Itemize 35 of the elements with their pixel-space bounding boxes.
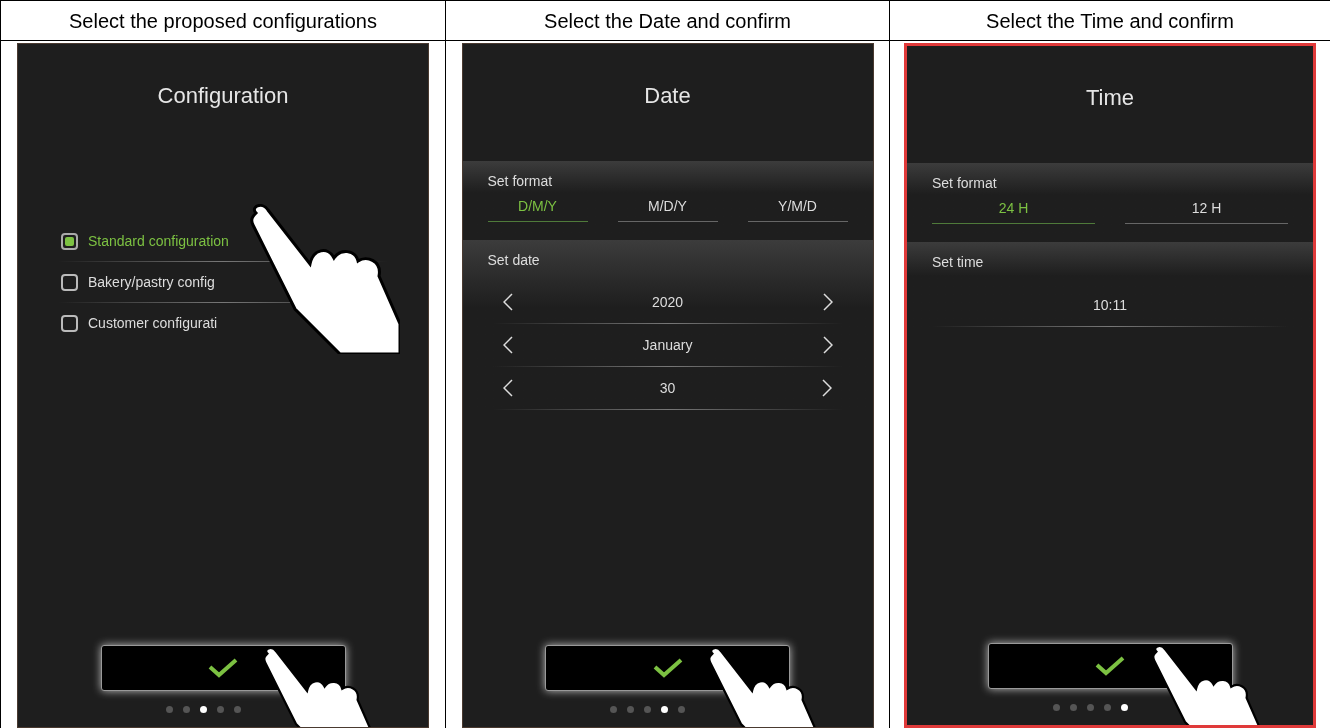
format-tab[interactable]: D/M/Y (487, 196, 588, 222)
pointing-hand-icon (250, 204, 400, 354)
section-label: Set format (932, 174, 998, 193)
screen-title: Date (643, 82, 692, 110)
checkmark-icon (1095, 656, 1125, 676)
checkmark-icon (652, 658, 683, 678)
option-label: Standard configuration (88, 231, 229, 251)
option-label: Customer configurati (88, 313, 218, 333)
chevron-right-icon[interactable] (822, 379, 833, 397)
screen-title: Configuration (156, 82, 290, 110)
format-tab[interactable]: 24 H (932, 198, 1095, 224)
time-value[interactable]: 10:11 (932, 295, 1288, 326)
stepper-value: 2020 (651, 292, 684, 312)
checkmark-icon (208, 658, 238, 678)
chevron-left-icon[interactable] (502, 293, 513, 311)
section-label: Set format (487, 172, 554, 191)
stepper-value: January (642, 335, 693, 355)
column-heading: Select the Time and confirm (890, 1, 1330, 41)
option-label: Bakery/pastry config (88, 272, 215, 292)
format-tab[interactable]: M/D/Y (617, 196, 718, 222)
format-tab[interactable]: Y/M/D (747, 196, 848, 222)
chevron-right-icon[interactable] (822, 336, 833, 354)
format-tab[interactable]: 12 H (1125, 198, 1288, 224)
checkbox[interactable] (61, 232, 78, 250)
checkbox[interactable] (61, 314, 78, 332)
screen-title: Time (1084, 84, 1136, 112)
column-heading: Select the Date and confirm (446, 1, 889, 41)
section-label: Set time (932, 253, 985, 272)
chevron-right-icon[interactable] (822, 293, 833, 311)
column-heading: Select the proposed configurations (1, 1, 445, 41)
checkbox[interactable] (61, 273, 78, 291)
chevron-left-icon[interactable] (502, 336, 513, 354)
chevron-left-icon[interactable] (502, 379, 513, 397)
stepper-value: 30 (659, 378, 676, 398)
section-label: Set date (487, 251, 541, 270)
